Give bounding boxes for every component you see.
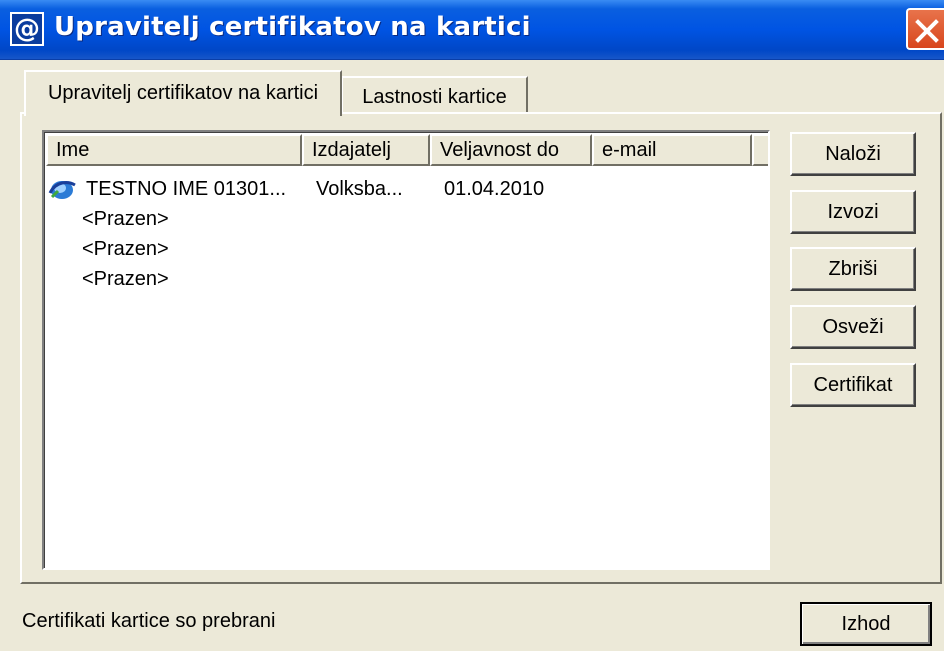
list-item[interactable]: <Prazen> — [82, 264, 762, 294]
certificate-button[interactable]: Certifikat — [790, 363, 916, 407]
column-header-name[interactable]: Ime — [46, 134, 302, 166]
list-item[interactable]: <Prazen> — [82, 204, 762, 234]
delete-button[interactable]: Zbriši — [790, 247, 916, 291]
status-text: Certifikati kartice so prebrani — [22, 610, 276, 632]
close-icon — [915, 19, 939, 43]
window-title: Upravitelj certifikatov na kartici — [54, 12, 531, 42]
list-item[interactable]: TESTNO IME 01301... Volksba... 01.04.201… — [48, 174, 764, 204]
refresh-button[interactable]: Osveži — [790, 305, 916, 349]
certificate-icon — [48, 181, 76, 199]
list-header: Ime Izdajatelj Veljavnost do e-mail — [46, 134, 768, 166]
cell-name: <Prazen> — [82, 208, 169, 230]
column-header-issuer[interactable]: Izdajatelj — [302, 134, 430, 166]
cell-valid-until: 01.04.2010 — [444, 178, 545, 200]
column-header-email[interactable]: e-mail — [592, 134, 752, 166]
list-item[interactable]: <Prazen> — [82, 234, 762, 264]
cell-name: <Prazen> — [82, 238, 169, 260]
title-bar: @ Upravitelj certifikatov na kartici — [0, 0, 944, 60]
column-header-valid-until[interactable]: Veljavnost do — [430, 134, 592, 166]
tab-card-properties[interactable]: Lastnosti kartice — [342, 76, 528, 114]
certificate-list[interactable]: Ime Izdajatelj Veljavnost do e-mail TEST… — [42, 130, 770, 570]
cell-name: <Prazen> — [82, 268, 169, 290]
column-header-filler — [752, 134, 768, 166]
export-button[interactable]: Izvozi — [790, 190, 916, 234]
at-sign-icon: @ — [10, 12, 44, 46]
cell-issuer: Volksba... — [316, 178, 403, 200]
load-button[interactable]: Naloži — [790, 132, 916, 176]
close-button[interactable] — [906, 8, 944, 50]
exit-button[interactable]: Izhod — [800, 602, 932, 646]
cell-name: TESTNO IME 01301... — [86, 178, 287, 200]
tab-certificate-manager[interactable]: Upravitelj certifikatov na kartici — [24, 70, 342, 116]
